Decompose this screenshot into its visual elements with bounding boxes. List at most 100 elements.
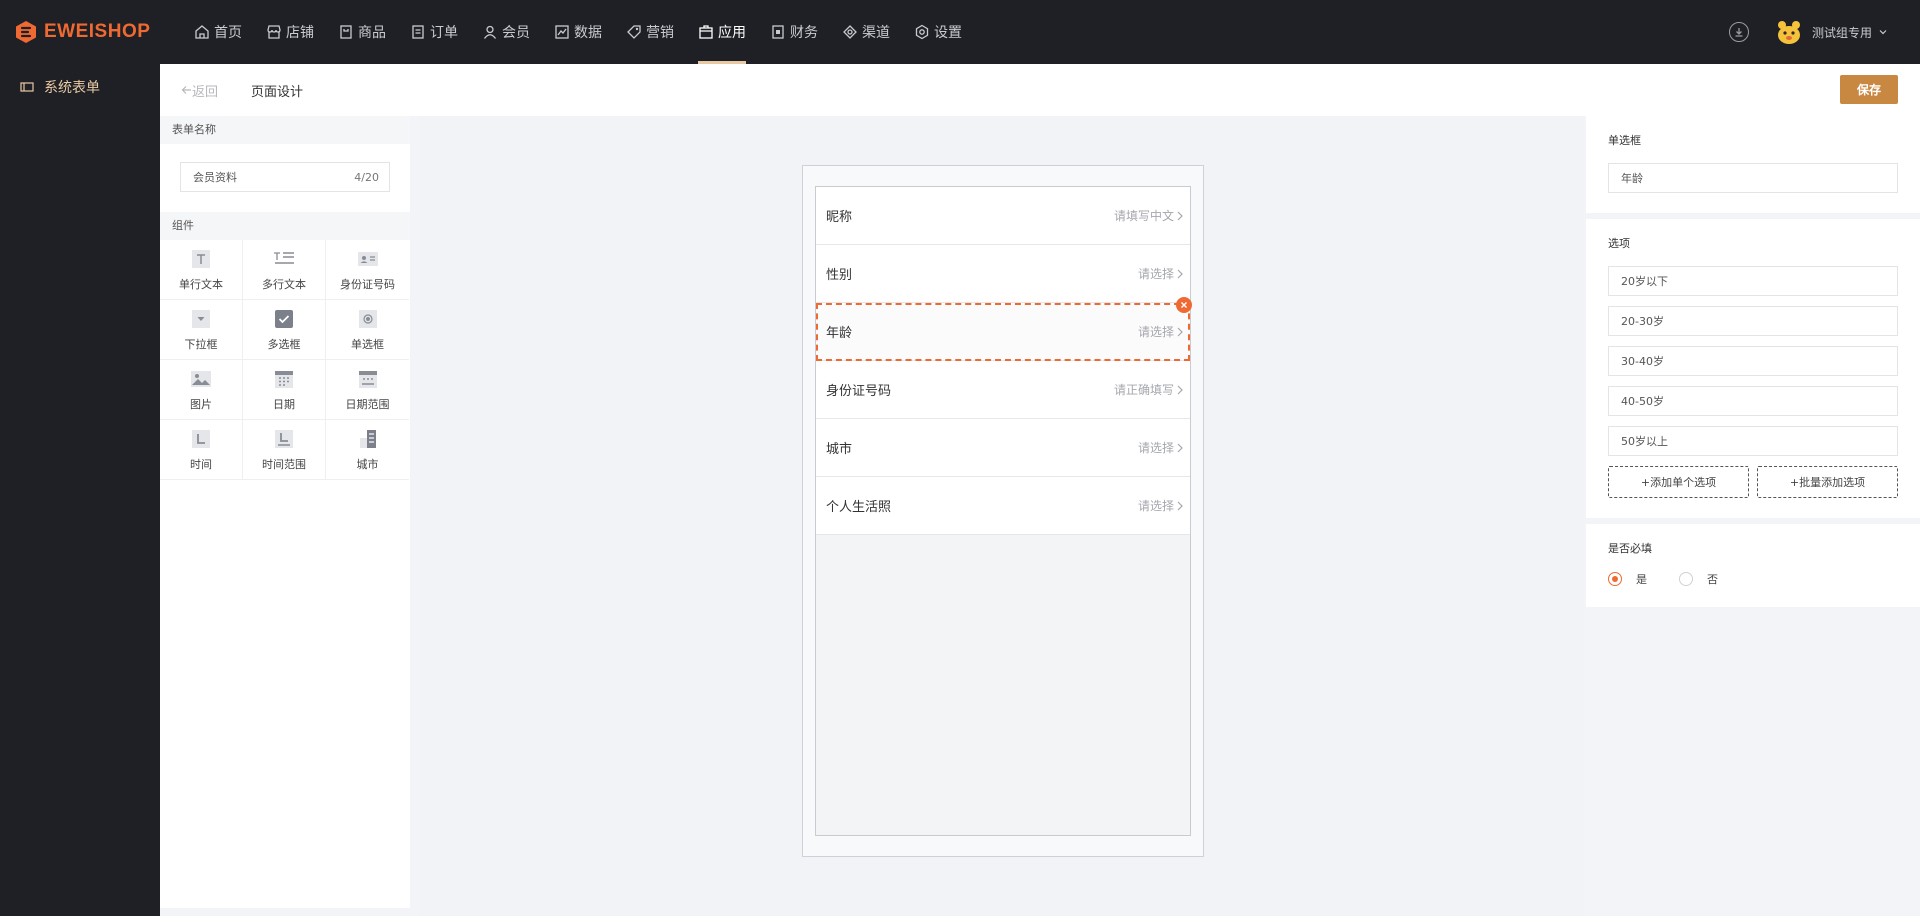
field-label: 城市: [826, 442, 853, 457]
component-time[interactable]: 时间: [160, 420, 243, 480]
top-bar: EWEISHOP 首页 店铺 商品 订单 会员 数据 营销 应用 财务 渠道 设…: [0, 0, 1920, 64]
field-label: 身份证号码: [826, 384, 892, 399]
nav-label: 营销: [646, 25, 674, 41]
preview-field-gender[interactable]: 性别 请选择: [816, 245, 1190, 303]
chevron-right-icon: [1177, 385, 1183, 394]
panel-footer: [160, 908, 410, 916]
save-button[interactable]: 保存: [1840, 75, 1898, 104]
option-input[interactable]: 20岁以下: [1608, 266, 1898, 296]
required-no-label[interactable]: 否: [1707, 571, 1718, 587]
brand-logo[interactable]: EWEISHOP: [0, 20, 182, 44]
component-label: 多选框: [267, 338, 301, 351]
field-type-title: 单选框: [1608, 134, 1641, 147]
field-hint: 请选择: [1137, 441, 1174, 455]
preview-field-id-number[interactable]: 身份证号码 请正确填写: [816, 361, 1190, 419]
component-label: 单选框: [351, 338, 384, 351]
nav-item-store[interactable]: 店铺: [254, 0, 326, 64]
field-hint: 请正确填写: [1113, 383, 1174, 397]
sidebar-item-label: 系统表单: [44, 80, 100, 96]
component-id-card[interactable]: 身份证号码: [326, 240, 409, 300]
field-hint-wrap: 请选择: [1138, 265, 1184, 282]
nav-item-channel[interactable]: 渠道: [830, 0, 902, 64]
field-hint: 请选择: [1137, 267, 1174, 281]
component-single-text[interactable]: 单行文本: [160, 240, 243, 300]
field-label: 个人生活照: [826, 500, 892, 515]
field-label: 昵称: [826, 210, 853, 225]
form-name-title: 表单名称: [160, 116, 410, 144]
field-label: 年龄: [826, 326, 853, 341]
nav-item-goods[interactable]: 商品: [326, 0, 398, 64]
avatar[interactable]: [1775, 18, 1803, 46]
required-no-radio[interactable]: [1679, 572, 1693, 586]
component-label: 时间: [190, 458, 212, 471]
dropdown-icon: [190, 308, 212, 330]
component-date-range[interactable]: 日期范围: [326, 360, 409, 420]
field-hint-wrap: 请填写中文: [1114, 207, 1184, 224]
order-icon: [412, 25, 424, 39]
component-date[interactable]: 日期: [243, 360, 326, 420]
field-hint-wrap: 请正确填写: [1114, 381, 1184, 398]
option-input[interactable]: 50岁以上: [1608, 426, 1898, 456]
home-icon: [195, 25, 209, 39]
preview-field-city[interactable]: 城市 请选择: [816, 419, 1190, 477]
field-hint-wrap: 请选择: [1138, 497, 1184, 514]
nav-label: 财务: [790, 25, 818, 41]
nav-item-data[interactable]: 数据: [542, 0, 614, 64]
nav-item-finance[interactable]: 财务: [758, 0, 830, 64]
brand-name: EWEISHOP: [44, 21, 151, 42]
back-label: 返回: [192, 84, 219, 100]
option-input[interactable]: 30-40岁: [1608, 346, 1898, 376]
batch-add-options-button[interactable]: +批量添加选项: [1757, 466, 1898, 498]
city-icon: [357, 428, 379, 450]
field-name-input[interactable]: 年龄: [1608, 163, 1898, 193]
component-city[interactable]: 城市: [326, 420, 409, 480]
calendar-icon: [273, 368, 295, 390]
required-yes-label[interactable]: 是: [1636, 571, 1647, 587]
nav-item-marketing[interactable]: 营销: [614, 0, 686, 64]
sidebar-item-system-form[interactable]: 系统表单: [0, 64, 160, 97]
option-input[interactable]: 40-50岁: [1608, 386, 1898, 416]
eweishop-logo-icon: [16, 21, 36, 43]
chart-icon: [555, 25, 569, 39]
component-dropdown[interactable]: 下拉框: [160, 300, 243, 360]
preview-field-nickname[interactable]: 昵称 请填写中文: [816, 187, 1190, 245]
component-time-range[interactable]: 时间范围: [243, 420, 326, 480]
component-checkbox[interactable]: 多选框: [243, 300, 326, 360]
user-name[interactable]: 测试组专用: [1812, 24, 1872, 41]
design-canvas: 昵称 请填写中文 性别 请选择 年龄 请选择 身份证号码 请正确填写 城市 请选…: [420, 116, 1584, 916]
preview-field-age[interactable]: 年龄 请选择: [816, 297, 1192, 361]
form-name-input[interactable]: 会员资料 4/20: [180, 162, 390, 192]
chevron-down-icon[interactable]: [1878, 27, 1888, 37]
download-icon[interactable]: [1728, 22, 1749, 42]
channel-icon: [843, 25, 857, 39]
delete-field-icon[interactable]: [1176, 297, 1192, 313]
phone-screen: 昵称 请填写中文 性别 请选择 年龄 请选择 身份证号码 请正确填写 城市 请选…: [815, 186, 1192, 836]
chevron-right-icon: [1177, 443, 1183, 452]
properties-panel: 单选框 年龄 选项 20岁以下 20-30岁 30-40岁 40-50岁 50岁…: [1586, 116, 1920, 916]
required-yes-radio[interactable]: [1608, 572, 1622, 586]
nav-item-app[interactable]: 应用: [686, 0, 758, 64]
component-label: 图片: [190, 398, 212, 411]
component-image[interactable]: 图片: [160, 360, 243, 420]
component-label: 日期: [273, 398, 295, 411]
options-title: 选项: [1608, 237, 1630, 250]
component-multi-text[interactable]: 多行文本: [243, 240, 326, 300]
nav-item-member[interactable]: 会员: [470, 0, 542, 64]
field-label: 性别: [826, 268, 853, 283]
back-button[interactable]: 返回: [181, 81, 218, 100]
option-input[interactable]: 20-30岁: [1608, 306, 1898, 336]
add-single-option-button[interactable]: +添加单个选项: [1608, 466, 1749, 498]
component-radio[interactable]: 单选框: [326, 300, 409, 360]
nav-item-order[interactable]: 订单: [398, 0, 470, 64]
phone-preview: 昵称 请填写中文 性别 请选择 年龄 请选择 身份证号码 请正确填写 城市 请选…: [802, 165, 1204, 857]
nav-label: 首页: [214, 25, 242, 41]
component-panel: 表单名称 会员资料 4/20 组件 单行文本 多行文本 身份证号码 下拉框 多选…: [160, 116, 410, 916]
multi-text-icon: [273, 248, 295, 270]
field-type-section: 单选框 年龄: [1586, 116, 1920, 213]
nav-item-settings[interactable]: 设置: [902, 0, 974, 64]
radio-icon: [357, 308, 379, 330]
preview-field-photo[interactable]: 个人生活照 请选择: [816, 477, 1190, 535]
component-label: 日期范围: [345, 398, 390, 411]
nav-item-home[interactable]: 首页: [182, 0, 254, 64]
app-icon: [699, 25, 713, 39]
